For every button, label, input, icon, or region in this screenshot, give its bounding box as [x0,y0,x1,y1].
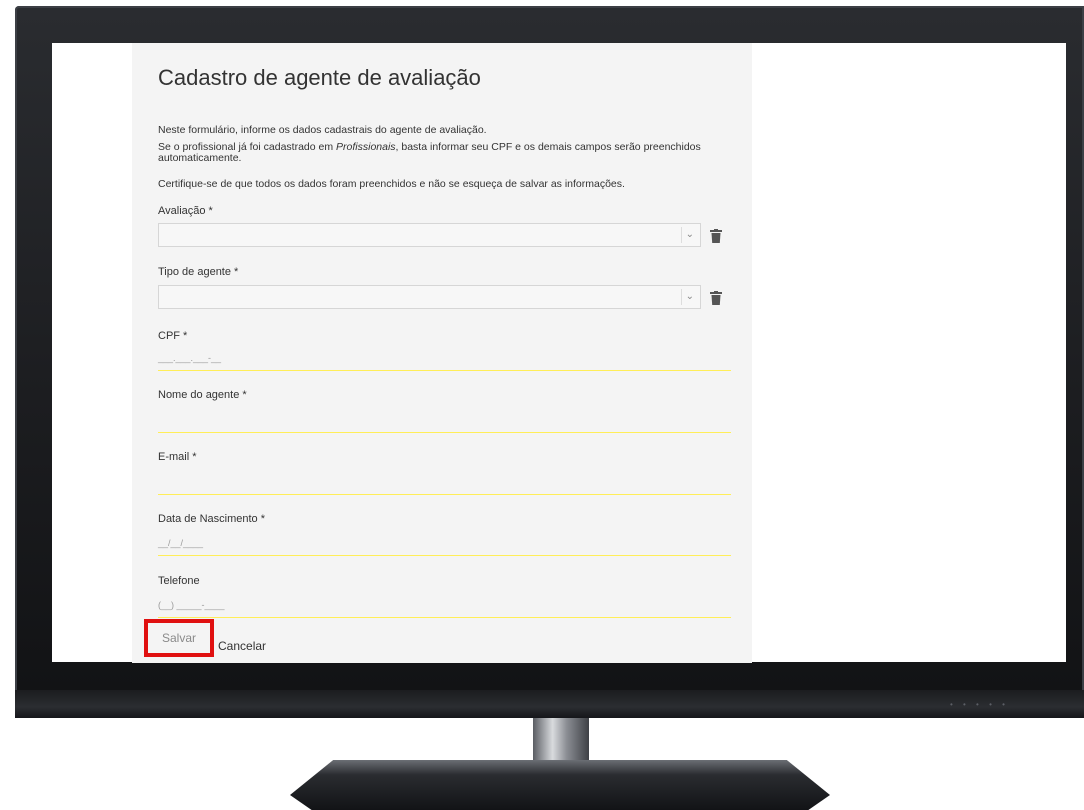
select-separator [681,227,682,243]
email-label: E-mail * [158,451,197,463]
telefone-mask: (__) _____-____ [158,600,225,610]
save-button[interactable]: Salvar [144,619,214,657]
page-title: Cadastro de agente de avaliação [158,65,481,90]
tipo-agente-label: Tipo de agente * [158,266,239,278]
intro-text-3: Certifique-se de que todos os dados fora… [158,178,625,190]
cancel-button[interactable]: Cancelar [218,639,266,653]
chevron-down-icon[interactable]: ⌄ [686,291,694,302]
nascimento-label: Data de Nascimento * [158,513,265,525]
telefone-label: Telefone [158,575,200,587]
trash-icon[interactable] [710,291,722,305]
monitor-stand-neck [533,718,589,764]
select-separator [681,289,682,305]
form-panel: Cadastro de agente de avaliação Neste fo… [132,43,752,663]
cpf-input[interactable]: ___.___.___-__ [158,346,731,371]
nome-label: Nome do agente * [158,389,247,401]
monitor-leds: • • • • • [950,700,1009,709]
monitor-bezel-bottom [15,690,1084,718]
cpf-label: CPF * [158,330,188,342]
avaliacao-label: Avaliação * [158,205,213,217]
monitor-stand-base [290,760,830,810]
intro-text-2: Se o profissional já foi cadastrado em P… [158,142,728,164]
nome-input[interactable] [158,408,731,433]
intro-text-1: Neste formulário, informe os dados cadas… [158,124,487,136]
nascimento-mask: __/__/____ [158,538,204,548]
intro-profissionais: Profissionais [336,141,396,153]
chevron-down-icon[interactable]: ⌄ [686,229,694,240]
save-button-label: Salvar [162,631,197,645]
cpf-mask: ___.___.___-__ [158,353,222,363]
tipo-agente-select[interactable]: ⌄ [158,285,701,309]
nascimento-input[interactable]: __/__/____ [158,531,731,556]
avaliacao-select[interactable]: ⌄ [158,223,701,247]
trash-icon[interactable] [710,229,722,243]
email-input[interactable] [158,470,731,495]
telefone-input[interactable]: (__) _____-____ [158,593,731,618]
